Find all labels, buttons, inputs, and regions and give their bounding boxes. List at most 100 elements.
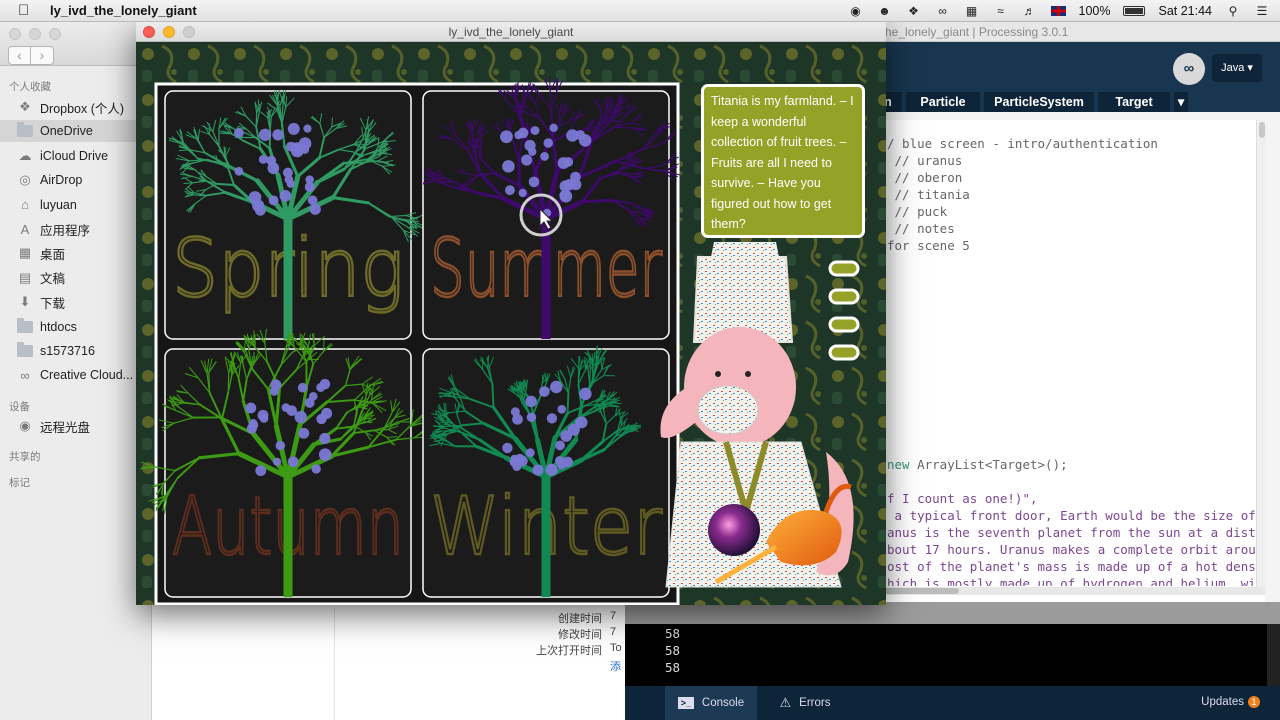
fruit[interactable] [545,463,558,476]
fruit[interactable] [578,134,592,147]
tab-particle[interactable]: Particle [906,92,980,112]
errors-tab[interactable]: ⚠ Errors [770,686,840,720]
fruit[interactable] [512,462,522,472]
fruit[interactable] [245,402,257,414]
wifi-icon[interactable]: ≈ [993,4,1009,18]
menu-pill-button-4[interactable] [828,344,860,361]
dropbox-icon[interactable]: ❖ [906,4,922,18]
menu-pill-button-2[interactable] [828,288,860,305]
tab-particle-system[interactable]: ParticleSystem [984,92,1094,112]
fruit[interactable] [303,124,312,133]
sidebar-item-icloud-drive[interactable]: ☁ iCloud Drive [0,145,152,167]
apple-menu-icon[interactable]:  [18,2,34,19]
fruit[interactable] [515,453,525,463]
wechat-icon[interactable]: ☻ [877,4,893,18]
fruit[interactable] [559,190,573,203]
fruit[interactable] [307,195,318,206]
fruit[interactable] [505,185,515,196]
sketch-canvas[interactable]: Spring Summer Autumn Winter Titania is m… [136,42,886,605]
fruit[interactable] [557,157,570,169]
fruit[interactable] [321,407,333,419]
fruit[interactable] [268,195,279,206]
fruit[interactable] [266,155,277,166]
fruit[interactable] [555,440,565,451]
menu-clock[interactable]: Sat 21:44 [1158,4,1212,18]
back-chevron-icon[interactable]: ‹ [8,46,31,65]
spotlight-search-icon[interactable]: ⚲ [1225,4,1241,18]
fruit[interactable] [254,204,266,216]
tab-target[interactable]: Target [1098,92,1170,112]
finder-minimize-button[interactable] [29,28,41,40]
fruit[interactable] [257,409,269,421]
fruit[interactable] [502,160,515,173]
sidebar-item-onedrive[interactable]: OneDrive [0,120,152,143]
sidebar-device-[interactable]: ◉ 远程光盘 [0,415,152,437]
fruit[interactable] [258,128,272,141]
sidebar-item-dropbox[interactable]: ❖ Dropbox (个人) [0,96,152,118]
fruit[interactable] [540,152,549,161]
season-panel-spring[interactable]: Spring [164,90,425,340]
console-tab[interactable]: >_ Console [665,686,757,720]
fruit[interactable] [510,407,520,417]
record-stop-icon[interactable]: ◉ [848,4,864,18]
console-output[interactable]: 58 58 58 [625,624,1267,686]
season-panel-summer[interactable]: Summer [422,76,681,340]
fruit[interactable] [530,126,540,135]
sidebar-item-[interactable]: ▦ 桌面 [0,242,152,264]
creative-cloud-icon[interactable]: ∞ [935,4,951,18]
battery-icon[interactable] [1123,6,1146,16]
volume-icon[interactable]: ♬ [1022,4,1038,18]
fruit[interactable] [234,166,244,176]
fruit[interactable] [291,142,303,153]
fruit[interactable] [532,464,544,476]
fruit[interactable] [546,413,558,424]
fruit[interactable] [248,420,259,431]
fruit[interactable] [526,412,537,422]
fruit[interactable] [502,442,513,454]
updates-indicator[interactable]: Updates 1 [1201,696,1260,708]
fruit[interactable] [273,457,282,466]
fruit[interactable] [567,423,580,436]
mode-selector[interactable]: Java ▾ [1212,54,1262,82]
fruit[interactable] [525,448,535,458]
processing-mode-icon[interactable]: ∞ [1173,53,1205,85]
fruit[interactable] [305,175,314,184]
scrollbar-thumb[interactable] [879,588,959,594]
fruit[interactable] [563,179,576,191]
fruit[interactable] [518,188,527,198]
fruit[interactable] [248,191,262,204]
fruit[interactable] [287,122,300,135]
menu-pill-button-1[interactable] [828,260,860,277]
sketch-minimize-button[interactable] [163,26,175,38]
fruit[interactable] [255,465,267,477]
fruit[interactable] [297,382,308,393]
fruit[interactable] [279,189,292,202]
fruit[interactable] [275,440,286,451]
fruit[interactable] [528,176,540,188]
fruit[interactable] [319,432,331,444]
fruit[interactable] [566,129,579,142]
scrollbar-thumb[interactable] [1259,122,1265,138]
tab-menu-chevron-icon[interactable]: ▾ [1174,92,1188,112]
fruit[interactable] [233,128,244,138]
input-source-flag-icon[interactable] [1050,6,1066,16]
sidebar-item-htdocs[interactable]: htdocs [0,316,152,338]
fruit[interactable] [525,395,537,408]
season-panel-autumn[interactable]: Autumn [140,328,428,598]
fruit[interactable] [309,203,321,215]
forward-chevron-icon[interactable]: › [31,46,54,65]
finder-close-button[interactable] [9,28,21,40]
fruit[interactable] [543,138,554,148]
fruit[interactable] [579,387,592,401]
fruit[interactable] [318,448,332,461]
fruit[interactable] [269,386,279,396]
fruit[interactable] [524,139,536,152]
sidebar-item-airdrop[interactable]: ◎ AirDrop [0,169,152,191]
fruit[interactable] [514,130,523,140]
sidebar-item-luyuan[interactable]: ⌂ luyuan [0,194,152,216]
fruit[interactable] [298,427,310,439]
fruit[interactable] [258,154,268,164]
active-app-name[interactable]: ly_ivd_the_lonely_giant [50,3,197,18]
fruit[interactable] [304,397,315,408]
sidebar-item-[interactable]: ⬇ 下载 [0,291,152,313]
